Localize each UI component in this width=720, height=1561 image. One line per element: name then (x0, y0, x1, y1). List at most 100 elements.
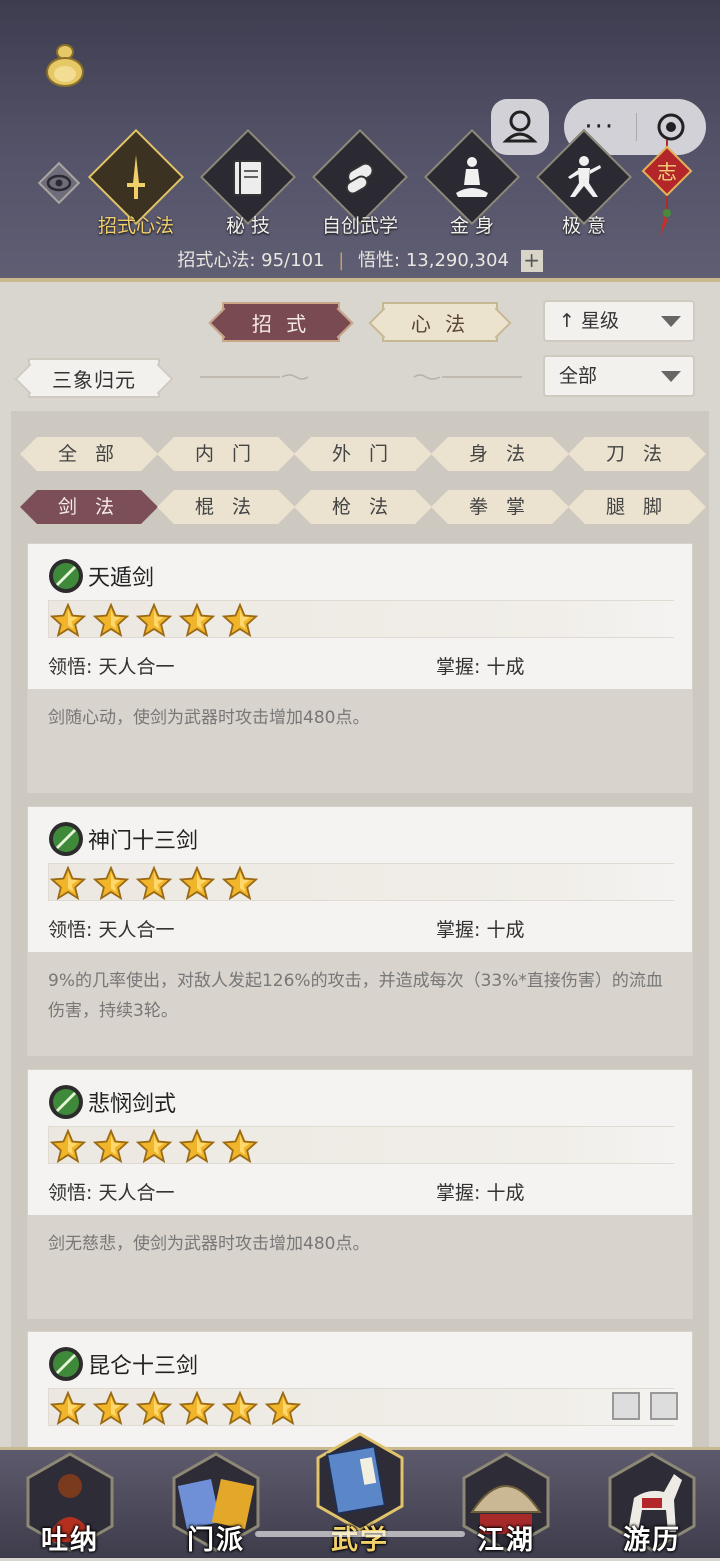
filter-inner[interactable]: 内 门 (174, 437, 278, 471)
filter-movement[interactable]: 身 法 (448, 437, 552, 471)
sword-skill-icon (49, 1085, 83, 1119)
hair-bun-avatar-icon[interactable] (44, 40, 86, 90)
eye-toggle-icon[interactable] (36, 160, 82, 206)
filter-spear[interactable]: 枪 法 (311, 490, 415, 524)
nav-label: 门派 (187, 1525, 245, 1556)
formation-button[interactable]: 三象归元 (28, 358, 160, 398)
book-icon (233, 160, 263, 196)
chinese-knot-icon[interactable]: 志 (638, 140, 696, 240)
nav-sect[interactable]: 门派 (166, 1448, 266, 1561)
filter-label: 棍 法 (194, 496, 258, 518)
insight-value: 天人合一 (98, 919, 175, 941)
tab-golden-body[interactable]: 金 身 (423, 128, 521, 240)
star-icon (135, 1128, 173, 1164)
star-icon (92, 1128, 130, 1164)
star-icon (178, 602, 216, 638)
insight-row: 领悟: 天人合一 (48, 915, 174, 942)
insight-label: 领悟: (48, 919, 93, 941)
star-icon (178, 1390, 216, 1426)
star-icon (178, 1128, 216, 1164)
skill-card[interactable]: 天遁剑 领悟: 天人合一 掌握: 十成 剑随心动，使剑为武器时攻击增加480点。 (27, 543, 693, 793)
nav-martial-arts[interactable]: 武学 (310, 1428, 410, 1556)
insight-row: 领悟: 天人合一 (48, 652, 174, 679)
skill-name: 昆仑十三剑 (88, 1354, 199, 1379)
formation-button-label: 三象归元 (52, 368, 136, 392)
sort-dropdown-label: 星级 (580, 310, 619, 332)
scope-dropdown-label: 全部 (559, 365, 598, 387)
star-icon (221, 602, 259, 638)
bottom-nav: 吐纳 门派 武学 江湖 游历 (0, 1432, 720, 1561)
insight-label: 悟性: (358, 250, 401, 271)
insight-row: 领悟: 天人合一 (48, 1178, 174, 1205)
scroll-icon (345, 162, 374, 195)
mastery-row: 掌握: 十成 (436, 915, 524, 942)
filter-sword[interactable]: 剑 法 (37, 490, 141, 524)
divider-ornament (413, 374, 522, 380)
stats-divider: | (338, 250, 345, 271)
martial-stance-icon (568, 156, 601, 197)
scope-dropdown[interactable]: 全部 (543, 355, 695, 397)
tab-secret-skills[interactable]: 秘 技 (199, 128, 297, 240)
skill-card[interactable]: 悲悯剑式 领悟: 天人合一 掌握: 十成 剑无慈悲，使剑为武器时攻击增加480点… (27, 1069, 693, 1319)
skill-description: 9%的几率使出，对敌人发起126%的攻击，并造成每次（33%*直接伤害）的流血伤… (28, 952, 692, 1056)
filter-staff[interactable]: 棍 法 (174, 490, 278, 524)
mastery-label: 掌握: (436, 919, 481, 941)
star-rating (48, 863, 674, 901)
target-close-icon (657, 113, 685, 141)
tab-label: 自创武学 (321, 215, 398, 237)
insight-value: 天人合一 (98, 656, 175, 678)
filter-leg[interactable]: 腿 脚 (585, 490, 689, 524)
insight-value: 13,290,304 (405, 250, 509, 271)
filter-label: 剑 法 (57, 496, 121, 518)
mastery-label: 掌握: (436, 656, 481, 678)
tab-label: 金 身 (449, 215, 495, 237)
tab-label: 极 意 (561, 215, 607, 237)
skill-card[interactable]: 神门十三剑 领悟: 天人合一 掌握: 十成 9%的几率使出，对敌人发起126%的… (27, 806, 693, 1056)
skill-list-panel[interactable]: 全 部 内 门 外 门 身 法 刀 法 剑 法 棍 法 枪 法 拳 掌 腿 脚 … (11, 411, 709, 1447)
mastery-row: 掌握: 十成 (436, 1178, 524, 1205)
mastery-label: 掌握: (436, 1182, 481, 1204)
nav-breathing[interactable]: 吐纳 (20, 1448, 120, 1561)
skill-name: 天遁剑 (88, 566, 155, 591)
sort-arrow-icon: ↑ (559, 310, 575, 332)
star-icon (49, 602, 87, 638)
tab-self-created[interactable]: 自创武学 (311, 128, 409, 240)
add-insight-button[interactable]: + (520, 250, 543, 272)
star-icon (92, 865, 130, 901)
header: ··· 招式心法 秘 技 自创武学 金 身 极 意 志 招式心法: 95/101… (0, 0, 720, 282)
nav-label: 江湖 (477, 1525, 535, 1556)
tab-label: 招式心法 (97, 215, 174, 237)
filter-all[interactable]: 全 部 (37, 437, 141, 471)
insight-label: 领悟: (48, 656, 93, 678)
chevron-down-icon (661, 316, 681, 327)
star-rating (48, 600, 674, 638)
nav-travel[interactable]: 游历 (602, 1448, 702, 1561)
formation-b-icon[interactable] (650, 1392, 678, 1420)
star-icon (178, 865, 216, 901)
tab-mind-method[interactable]: 心 法 (382, 302, 498, 342)
tab-moves-methods[interactable]: 招式心法 (87, 128, 185, 240)
sort-star-dropdown[interactable]: ↑ 星级 (543, 300, 695, 342)
tab-ultimate-intent[interactable]: 极 意 (535, 128, 633, 240)
star-icon (49, 1128, 87, 1164)
filter-outer[interactable]: 外 门 (311, 437, 415, 471)
tab-moves[interactable]: 招 式 (222, 302, 340, 342)
filter-fist[interactable]: 拳 掌 (448, 490, 552, 524)
mastery-value: 十成 (486, 919, 525, 941)
nav-label: 游历 (623, 1525, 681, 1556)
star-icon (135, 602, 173, 638)
meditation-icon (456, 157, 488, 197)
formation-a-icon[interactable] (612, 1392, 640, 1420)
nav-jianghu[interactable]: 江湖 (456, 1448, 556, 1561)
chevron-down-icon (661, 371, 681, 382)
sword-skill-icon (49, 1347, 83, 1381)
star-icon (49, 1390, 87, 1426)
filter-label: 身 法 (468, 443, 532, 465)
star-icon (135, 1390, 173, 1426)
skill-name: 神门十三剑 (88, 829, 199, 854)
filter-label: 外 门 (331, 443, 395, 465)
star-icon (264, 1390, 302, 1426)
star-icon (221, 1390, 259, 1426)
star-icon (49, 865, 87, 901)
filter-saber[interactable]: 刀 法 (585, 437, 689, 471)
